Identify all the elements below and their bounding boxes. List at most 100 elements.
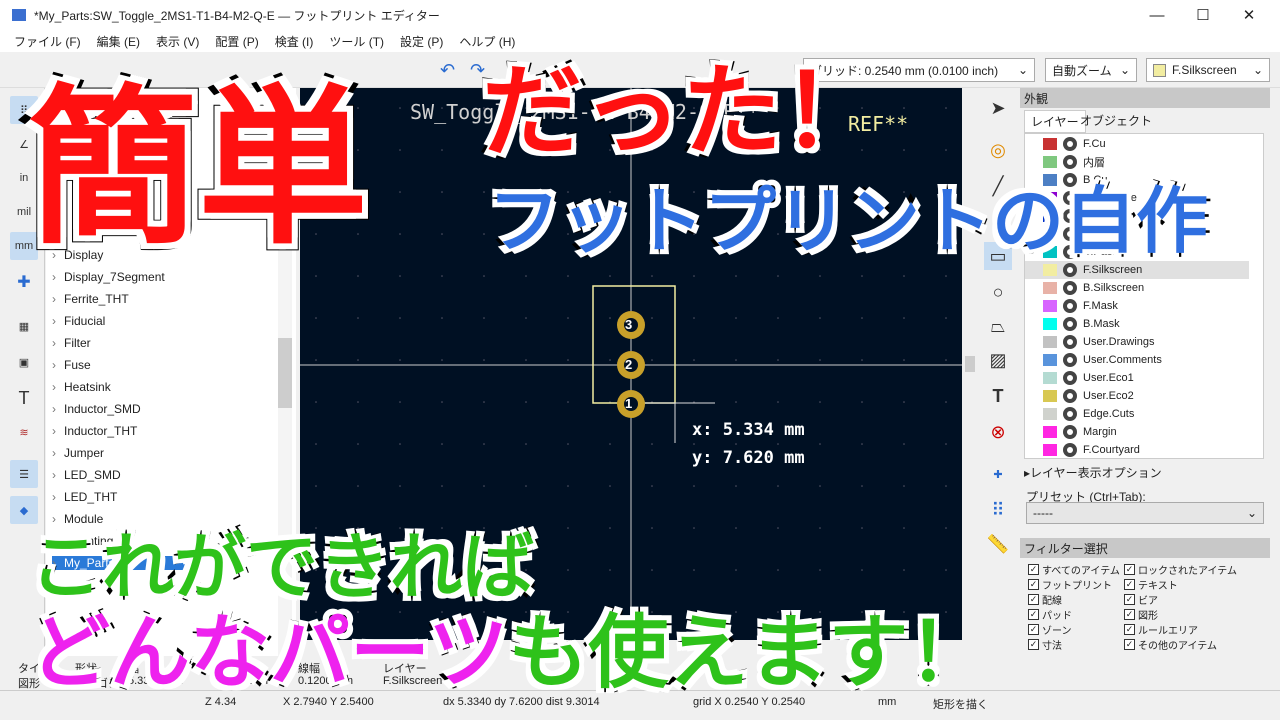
- filter-checkbox[interactable]: ✓ 寸法: [1028, 637, 1062, 652]
- eye-icon[interactable]: [1063, 317, 1077, 331]
- filter-checkbox[interactable]: ✓ 配線: [1028, 592, 1062, 607]
- headline-was: だった！: [477, 51, 887, 173]
- cursor-y-readout: y: 7.620 mm: [692, 448, 805, 468]
- layer-row[interactable]: User.Comments: [1025, 351, 1249, 369]
- zoom-select[interactable]: 自動ズーム ⌄: [1045, 58, 1137, 82]
- library-item[interactable]: › Fuse: [52, 358, 91, 372]
- eye-icon[interactable]: [1063, 443, 1077, 457]
- measure-icon[interactable]: 📏: [984, 530, 1012, 558]
- library-item[interactable]: › Inductor_SMD: [52, 402, 141, 416]
- layer-color-swatch[interactable]: [1043, 372, 1057, 384]
- delete-tool-icon[interactable]: ⊗: [984, 418, 1012, 446]
- filter-checkbox[interactable]: ✓ ルールエリア: [1124, 622, 1198, 637]
- eye-icon[interactable]: [1063, 407, 1077, 421]
- eye-icon[interactable]: [1063, 425, 1077, 439]
- chevron-down-icon: ⌄: [1246, 506, 1257, 520]
- layer-color-swatch[interactable]: [1043, 408, 1057, 420]
- layer-color-swatch[interactable]: [1043, 444, 1057, 456]
- layer-color-swatch[interactable]: [1043, 390, 1057, 402]
- set-anchor-icon[interactable]: ✚: [984, 460, 1012, 488]
- add-pad-icon[interactable]: ◎: [984, 136, 1012, 164]
- layer-color-swatch[interactable]: [1043, 426, 1057, 438]
- library-item[interactable]: › Fiducial: [52, 314, 105, 328]
- checkbox-checked-icon[interactable]: ✓: [1028, 564, 1039, 575]
- undo-icon[interactable]: ↶: [440, 60, 455, 81]
- grid-origin-icon[interactable]: ⠿: [984, 496, 1012, 524]
- layer-row[interactable]: User.Eco1: [1025, 369, 1249, 387]
- close-button[interactable]: ✕: [1226, 0, 1272, 30]
- minimize-button[interactable]: —: [1134, 0, 1180, 30]
- checkbox-checked-icon[interactable]: ✓: [1124, 594, 1135, 605]
- layer-row[interactable]: F.Cu: [1025, 135, 1249, 153]
- filter-checkbox[interactable]: ✓ テキスト: [1124, 577, 1178, 592]
- layer-color-swatch[interactable]: [1043, 318, 1057, 330]
- layer-row[interactable]: User.Drawings: [1025, 333, 1249, 351]
- tab-objects[interactable]: オブジェクト: [1074, 110, 1158, 131]
- graphic-outline-icon[interactable]: ▣: [10, 348, 38, 376]
- add-text-icon[interactable]: T: [984, 382, 1012, 410]
- checkbox-checked-icon[interactable]: ✓: [1028, 624, 1039, 635]
- checkbox-checked-icon[interactable]: ✓: [1124, 639, 1135, 650]
- filter-checkbox[interactable]: ✓ パッド: [1028, 607, 1072, 622]
- layer-color-swatch[interactable]: [1043, 300, 1057, 312]
- layer-row[interactable]: User.Eco2: [1025, 387, 1249, 405]
- filter-checkbox[interactable]: ✓ ロックされたアイテム: [1124, 562, 1237, 577]
- checkbox-checked-icon[interactable]: ✓: [1028, 579, 1039, 590]
- layer-color-swatch[interactable]: [1043, 336, 1057, 348]
- pad-number: 1: [625, 396, 633, 411]
- eye-icon[interactable]: [1063, 281, 1077, 295]
- menu-settings[interactable]: 設定 (P): [400, 33, 443, 50]
- layer-row[interactable]: B.Mask: [1025, 315, 1249, 333]
- zone-icon[interactable]: ▨: [984, 346, 1012, 374]
- layer-row[interactable]: Margin: [1025, 423, 1249, 441]
- layer-row[interactable]: Edge.Cuts: [1025, 405, 1249, 423]
- filter-checkbox[interactable]: ✓ ゾーン: [1028, 622, 1072, 637]
- library-item[interactable]: › Filter: [52, 336, 91, 350]
- filter-checkbox[interactable]: ✓ その他のアイテム: [1124, 637, 1217, 652]
- eye-icon[interactable]: [1063, 371, 1077, 385]
- checkbox-checked-icon[interactable]: ✓: [1028, 639, 1039, 650]
- checkbox-checked-icon[interactable]: ✓: [1124, 624, 1135, 635]
- pad-display-icon[interactable]: ▦: [10, 312, 38, 340]
- layer-row[interactable]: F.Mask: [1025, 297, 1249, 315]
- preset-select[interactable]: ----- ⌄: [1026, 502, 1264, 524]
- checkbox-checked-icon[interactable]: ✓: [1124, 579, 1135, 590]
- library-item[interactable]: › Heatsink: [52, 380, 111, 394]
- draw-circle-icon[interactable]: ○: [984, 278, 1012, 306]
- eye-icon[interactable]: [1063, 389, 1077, 403]
- eye-icon[interactable]: [1063, 137, 1077, 151]
- filter-checkbox[interactable]: ✓ ビア: [1124, 592, 1158, 607]
- checkbox-checked-icon[interactable]: ✓: [1124, 564, 1135, 575]
- subtitle-footprint: フットプリントの自作: [484, 178, 1212, 266]
- draw-polygon-icon[interactable]: ⏢: [984, 312, 1012, 340]
- layer-display-options[interactable]: ▸レイヤー表示オプション: [1024, 464, 1162, 481]
- checkbox-checked-icon[interactable]: ✓: [1124, 609, 1135, 620]
- library-item[interactable]: › Inductor_THT: [52, 424, 137, 438]
- filter-checkbox[interactable]: ✓ フットプリント: [1028, 577, 1112, 592]
- eye-icon[interactable]: [1063, 335, 1077, 349]
- eye-icon[interactable]: [1063, 353, 1077, 367]
- select-arrow-icon[interactable]: ➤: [984, 94, 1012, 122]
- library-tree-icon[interactable]: ☰: [10, 460, 38, 488]
- text-outline-icon[interactable]: T: [10, 384, 38, 412]
- caption-any-parts: どんなパーツ: [26, 604, 512, 701]
- eye-icon[interactable]: [1063, 299, 1077, 313]
- library-item[interactable]: › Ferrite_THT: [52, 292, 129, 306]
- maximize-button[interactable]: ☐: [1180, 0, 1226, 30]
- library-item[interactable]: › LED_THT: [52, 490, 117, 504]
- filter-checkbox[interactable]: ✓ 図形: [1124, 607, 1158, 622]
- layer-row[interactable]: F.Courtyard: [1025, 441, 1249, 458]
- filter-checkbox[interactable]: ✓ すべてのアイテム: [1028, 562, 1120, 577]
- layer-color-swatch[interactable]: [1043, 354, 1057, 366]
- checkbox-checked-icon[interactable]: ✓: [1028, 594, 1039, 605]
- chevron-right-icon: ›: [52, 336, 56, 350]
- checkbox-checked-icon[interactable]: ✓: [1028, 609, 1039, 620]
- layer-select[interactable]: F.Silkscreen ⌄: [1146, 58, 1270, 82]
- layer-color-swatch[interactable]: [1043, 282, 1057, 294]
- layer-row[interactable]: B.Silkscreen: [1025, 279, 1249, 297]
- library-item[interactable]: › LED_SMD: [52, 468, 121, 482]
- high-contrast-icon[interactable]: ≋: [10, 418, 38, 446]
- headline-easy: 簡単: [21, 67, 375, 271]
- layer-color-swatch[interactable]: [1043, 138, 1057, 150]
- library-item[interactable]: › Jumper: [52, 446, 104, 460]
